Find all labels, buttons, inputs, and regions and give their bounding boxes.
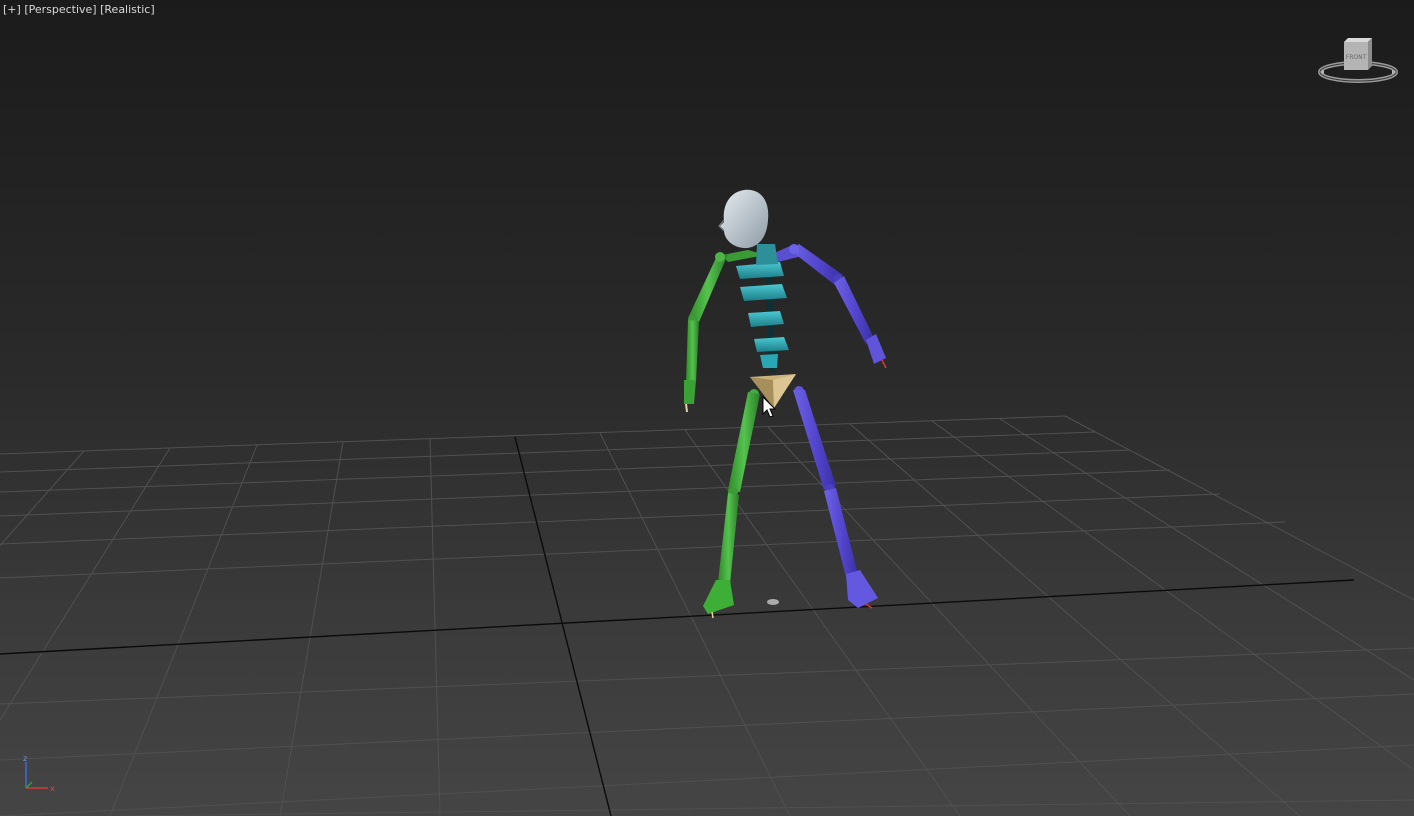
biped-skeleton[interactable] [684,189,887,619]
biped-spine[interactable] [736,244,789,373]
perspective-viewport[interactable] [0,0,1414,816]
viewport-label: [+] [Perspective] [Realistic] [3,3,155,19]
axis-z-label: z [23,754,27,763]
viewport-view-label[interactable]: [Perspective] [24,3,96,16]
viewport-shading-label[interactable]: [Realistic] [100,3,155,16]
mouse-cursor-icon [762,396,777,418]
axis-gizmo-icon: z x [23,754,55,793]
grid-world-axes [0,436,1355,816]
biped-left-leg[interactable] [703,389,760,619]
viewport-menu-label[interactable]: [+] [3,3,21,16]
viewcube-face-label: FRONT [1346,54,1367,61]
ground-marker [767,599,779,605]
biped-right-leg[interactable] [793,386,878,609]
biped-head[interactable] [718,189,769,249]
viewcube-icon[interactable]: FRONT [1316,34,1402,88]
axis-x-label: x [50,784,55,793]
